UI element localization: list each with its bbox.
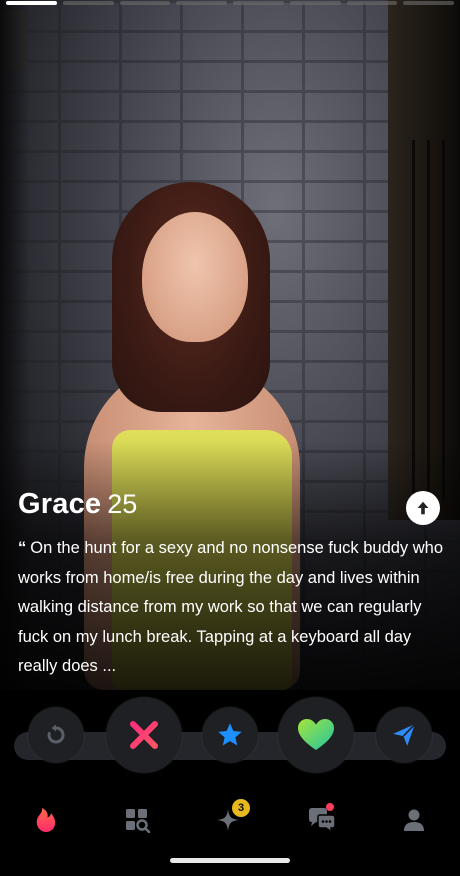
arrow-up-icon (417, 501, 429, 515)
nav-home[interactable] (16, 795, 76, 845)
like-icon (298, 719, 334, 750)
app-root: Grace 25 “On the hunt for a sexy and no … (0, 0, 460, 876)
photo-progress-bar (346, 1, 398, 5)
like-button[interactable] (278, 697, 354, 773)
photo-progress-bar (119, 1, 171, 5)
flame-icon (36, 808, 56, 832)
photo-progress-bar (289, 1, 341, 5)
nav-chat[interactable] (292, 795, 352, 845)
nav-explore[interactable] (108, 795, 168, 845)
profile-age: 25 (107, 489, 138, 519)
likes-count-badge: 3 (232, 799, 250, 817)
profile-name: Grace (18, 488, 102, 520)
new-message-dot (326, 803, 334, 811)
nav-profile[interactable] (384, 795, 444, 845)
bottom-navigation: 3 (0, 790, 460, 850)
photo-progress-bar (403, 1, 454, 5)
send-icon (393, 723, 416, 746)
boost-button[interactable] (376, 707, 432, 763)
quote-icon: “ (18, 539, 27, 557)
rewind-button[interactable] (28, 707, 84, 763)
super-like-button[interactable] (202, 707, 258, 763)
photo-progress-bar (176, 1, 227, 5)
profile-bio: “On the hunt for a sexy and no nonsense … (18, 534, 448, 682)
photo-progress-bar (6, 1, 57, 5)
photo-progress-bars (6, 1, 454, 5)
chat-icon (309, 808, 336, 834)
nope-button[interactable] (106, 697, 182, 773)
super-like-icon (218, 723, 242, 746)
profile-name-row: Grace 25 (18, 488, 137, 521)
profile-bio-text: On the hunt for a sexy and no nonsense f… (18, 539, 444, 675)
open-profile-button[interactable] (406, 491, 440, 525)
nope-icon (130, 721, 158, 749)
photo-progress-bar (233, 1, 284, 5)
explore-icon (126, 809, 151, 833)
profile-icon (404, 809, 424, 831)
photo-subject (142, 212, 248, 342)
rewind-icon (47, 724, 65, 744)
nav-likes[interactable]: 3 (200, 795, 260, 845)
photo-progress-bar (62, 1, 114, 5)
home-indicator[interactable] (170, 858, 290, 863)
